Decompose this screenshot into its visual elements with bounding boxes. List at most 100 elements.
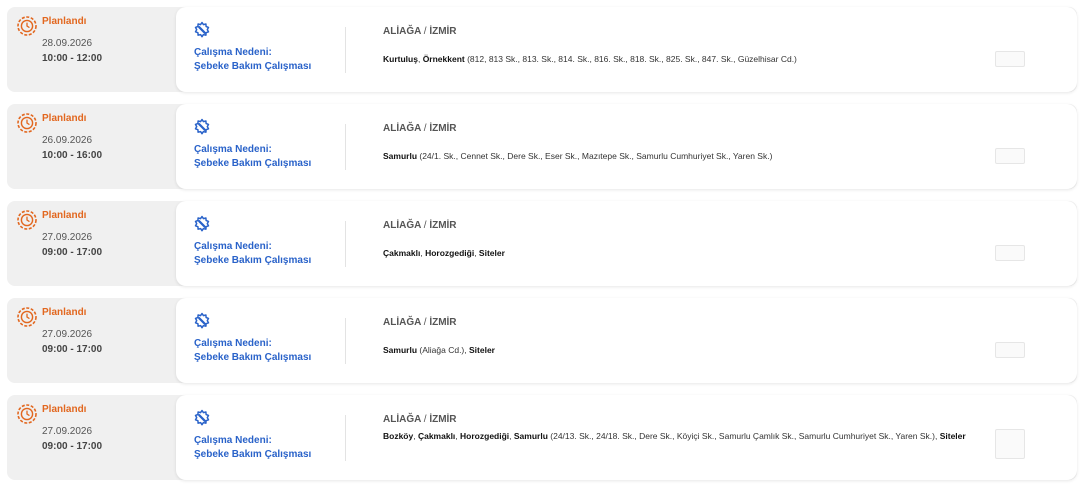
street-details: (24/13. Sk., 24/18. Sk., Dere Sk., Köyiç… bbox=[547, 431, 935, 441]
outage-date: 27.09.2026 bbox=[42, 426, 93, 437]
affected-streets: Samurlu (24/1. Sk., Cennet Sk., Dere Sk.… bbox=[383, 149, 993, 164]
outage-row[interactable]: Planlandı 26.09.2026 10:00 - 16:00 Çalış… bbox=[7, 104, 1077, 189]
neighborhood-name: Siteler bbox=[469, 345, 495, 355]
location-separator: / bbox=[423, 317, 427, 328]
street-details: (Aliağa Cd.) bbox=[417, 345, 465, 355]
reason-value: Şebeke Bakım Çalışması bbox=[194, 61, 312, 72]
status-label: Planlandı bbox=[42, 307, 87, 318]
city-name: İZMİR bbox=[429, 317, 457, 328]
street-details: (812, 813 Sk., 813. Sk., 814. Sk., 816. … bbox=[464, 54, 797, 64]
outage-time: 10:00 - 12:00 bbox=[42, 53, 103, 64]
city-name: İZMİR bbox=[429, 123, 457, 134]
district-name: ALİAĞA bbox=[383, 123, 421, 134]
location-separator: / bbox=[423, 123, 427, 134]
affected-streets: Bozköy, Çakmaklı, Horozgediği, Samurlu (… bbox=[383, 429, 993, 444]
gear-wrench-icon bbox=[194, 312, 210, 329]
gear-wrench-icon bbox=[194, 215, 210, 232]
detail-toggle-button[interactable] bbox=[995, 51, 1025, 67]
location-heading: ALİAĞA / İZMİR bbox=[383, 26, 457, 37]
location-heading: ALİAĞA / İZMİR bbox=[383, 123, 457, 134]
gear-clock-icon bbox=[17, 16, 37, 36]
outage-date: 27.09.2026 bbox=[42, 329, 93, 340]
outage-card: Çalışma Nedeni: Şebeke Bakım Çalışması A… bbox=[176, 104, 1077, 189]
outage-card: Çalışma Nedeni: Şebeke Bakım Çalışması A… bbox=[176, 395, 1077, 480]
reason-title: Çalışma Nedeni: bbox=[194, 47, 272, 58]
outage-status-panel: Planlandı 27.09.2026 09:00 - 17:00 bbox=[7, 298, 175, 383]
detail-toggle-button[interactable] bbox=[995, 342, 1025, 358]
neighborhood-name: Siteler bbox=[478, 248, 505, 258]
street-details: (24/1. Sk., Cennet Sk., Dere Sk., Eser S… bbox=[417, 151, 773, 161]
outage-card: Çalışma Nedeni: Şebeke Bakım Çalışması A… bbox=[176, 7, 1077, 92]
city-name: İZMİR bbox=[429, 414, 457, 425]
neighborhood-name: Horozgediği bbox=[425, 248, 475, 258]
neighborhood-name: Siteler bbox=[939, 431, 966, 441]
outage-card: Çalışma Nedeni: Şebeke Bakım Çalışması A… bbox=[176, 201, 1077, 286]
outage-date: 26.09.2026 bbox=[42, 135, 93, 146]
neighborhood-name: Bozköy bbox=[383, 431, 414, 441]
card-divider bbox=[345, 415, 346, 461]
outage-status-panel: Planlandı 26.09.2026 10:00 - 16:00 bbox=[7, 104, 175, 189]
district-name: ALİAĞA bbox=[383, 414, 421, 425]
affected-streets: Çakmaklı, Horozgediği, Siteler bbox=[383, 246, 993, 261]
district-name: ALİAĞA bbox=[383, 317, 421, 328]
district-name: ALİAĞA bbox=[383, 220, 421, 231]
reason-title: Çalışma Nedeni: bbox=[194, 144, 272, 155]
neighborhood-name: Horozgediği bbox=[460, 431, 510, 441]
affected-streets: Kurtuluş, Örnekkent (812, 813 Sk., 813. … bbox=[383, 52, 993, 67]
card-divider bbox=[345, 124, 346, 170]
status-label: Planlandı bbox=[42, 113, 87, 124]
neighborhood-name: Samurlu bbox=[383, 345, 418, 355]
reason-value: Şebeke Bakım Çalışması bbox=[194, 158, 312, 169]
card-divider bbox=[345, 318, 346, 364]
reason-title: Çalışma Nedeni: bbox=[194, 338, 272, 349]
outage-row[interactable]: Planlandı 27.09.2026 09:00 - 17:00 Çalış… bbox=[7, 298, 1077, 383]
status-label: Planlandı bbox=[42, 16, 87, 27]
reason-value: Şebeke Bakım Çalışması bbox=[194, 255, 312, 266]
neighborhood-name: Çakmaklı bbox=[383, 248, 421, 258]
gear-wrench-icon bbox=[194, 409, 210, 426]
card-divider bbox=[345, 27, 346, 73]
outage-status-panel: Planlandı 27.09.2026 09:00 - 17:00 bbox=[7, 395, 175, 480]
neighborhood-name: Samurlu bbox=[513, 431, 548, 441]
outage-card: Çalışma Nedeni: Şebeke Bakım Çalışması A… bbox=[176, 298, 1077, 383]
district-name: ALİAĞA bbox=[383, 26, 421, 37]
outage-time: 10:00 - 16:00 bbox=[42, 150, 103, 161]
reason-value: Şebeke Bakım Çalışması bbox=[194, 449, 312, 460]
detail-toggle-button[interactable] bbox=[995, 429, 1025, 459]
location-separator: / bbox=[423, 414, 427, 425]
location-heading: ALİAĞA / İZMİR bbox=[383, 414, 457, 425]
outage-row[interactable]: Planlandı 27.09.2026 09:00 - 17:00 Çalış… bbox=[7, 201, 1077, 286]
status-label: Planlandı bbox=[42, 404, 87, 415]
neighborhood-name: Kurtuluş bbox=[383, 54, 418, 64]
card-divider bbox=[345, 221, 346, 267]
gear-wrench-icon bbox=[194, 118, 210, 135]
gear-clock-icon bbox=[17, 210, 37, 230]
city-name: İZMİR bbox=[429, 220, 457, 231]
gear-wrench-icon bbox=[194, 21, 210, 38]
outage-status-panel: Planlandı 28.09.2026 10:00 - 12:00 bbox=[7, 7, 175, 92]
detail-toggle-button[interactable] bbox=[995, 245, 1025, 261]
outage-time: 09:00 - 17:00 bbox=[42, 441, 103, 452]
outage-row[interactable]: Planlandı 28.09.2026 10:00 - 12:00 Çalış… bbox=[7, 7, 1077, 92]
city-name: İZMİR bbox=[429, 26, 457, 37]
status-label: Planlandı bbox=[42, 210, 87, 221]
reason-title: Çalışma Nedeni: bbox=[194, 435, 272, 446]
location-separator: / bbox=[423, 26, 427, 37]
outage-time: 09:00 - 17:00 bbox=[42, 344, 103, 355]
location-heading: ALİAĞA / İZMİR bbox=[383, 220, 457, 231]
neighborhood-name: Çakmaklı bbox=[417, 431, 456, 441]
neighborhood-name: Samurlu bbox=[383, 151, 418, 161]
detail-toggle-button[interactable] bbox=[995, 148, 1025, 164]
outage-list: Planlandı 28.09.2026 10:00 - 12:00 Çalış… bbox=[7, 7, 1077, 492]
reason-value: Şebeke Bakım Çalışması bbox=[194, 352, 312, 363]
outage-date: 28.09.2026 bbox=[42, 38, 93, 49]
location-separator: / bbox=[423, 220, 427, 231]
outage-time: 09:00 - 17:00 bbox=[42, 247, 103, 258]
gear-clock-icon bbox=[17, 307, 37, 327]
outage-status-panel: Planlandı 27.09.2026 09:00 - 17:00 bbox=[7, 201, 175, 286]
gear-clock-icon bbox=[17, 113, 37, 133]
outage-date: 27.09.2026 bbox=[42, 232, 93, 243]
reason-title: Çalışma Nedeni: bbox=[194, 241, 272, 252]
affected-streets: Samurlu (Aliağa Cd.), Siteler bbox=[383, 343, 993, 358]
outage-row[interactable]: Planlandı 27.09.2026 09:00 - 17:00 Çalış… bbox=[7, 395, 1077, 480]
